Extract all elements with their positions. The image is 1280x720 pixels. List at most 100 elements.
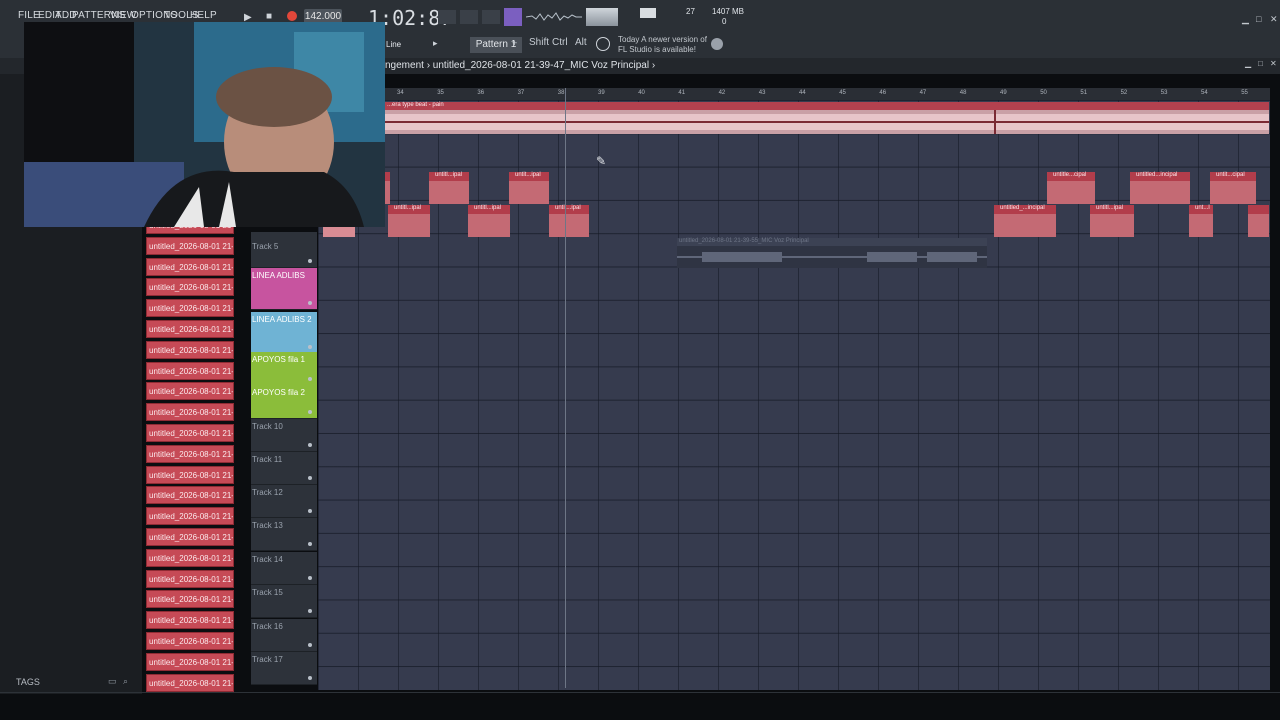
track-enable-icon[interactable] — [308, 509, 312, 513]
clip-list-item[interactable]: untitled_2026-08-01 21- — [146, 486, 234, 505]
clip-list-item[interactable]: untitled_2026-08-01 21- — [146, 320, 234, 338]
minimize-icon[interactable]: ▁ — [1242, 14, 1249, 25]
clip-list-item[interactable]: untitled_2026-08-01 21- — [146, 403, 234, 422]
track-header[interactable]: Track 13 — [251, 518, 317, 551]
track-header[interactable]: Track 10 — [251, 419, 317, 452]
track-enable-icon[interactable] — [308, 377, 312, 381]
ruler-tick-label: 43 — [758, 90, 766, 96]
track-enable-icon[interactable] — [308, 676, 312, 680]
audio-clip[interactable]: untit...ipal — [509, 172, 549, 204]
audio-clip[interactable] — [1248, 205, 1269, 237]
close-icon[interactable]: ✕ — [1270, 14, 1278, 25]
track-header[interactable]: APOYOS fila 1 — [251, 352, 317, 386]
clip-list-item[interactable]: untitled_2026-08-01 21- — [146, 507, 234, 526]
record-icon[interactable] — [287, 11, 297, 21]
ctrl-button[interactable]: Ctrl — [552, 37, 568, 48]
track-enable-icon[interactable] — [308, 443, 312, 447]
track-enable-icon[interactable] — [308, 476, 312, 480]
track-enable-icon[interactable] — [308, 643, 312, 647]
clip-list-item[interactable]: untitled_2026-08-01 21- — [146, 652, 234, 671]
audio-clip[interactable]: untitled...incipal — [1130, 172, 1190, 204]
news-panel[interactable]: Today A newer version of FL Studio is av… — [618, 35, 707, 55]
track-header[interactable]: LINEA ADLIBS 2 — [251, 312, 317, 354]
track-name: Track 15 — [252, 588, 283, 597]
playhead[interactable] — [565, 88, 566, 688]
ruler-tick-label: 41 — [678, 90, 686, 96]
pencil-cursor-icon: ✎ — [596, 154, 607, 168]
track-name: APOYOS fila 1 — [252, 355, 305, 364]
stop-icon[interactable]: ■ — [266, 11, 272, 22]
track-header[interactable]: Track 11 — [251, 452, 317, 485]
clip-list-item[interactable]: untitled_2026-08-01 21- — [146, 278, 234, 297]
online-news-icon[interactable] — [596, 37, 610, 51]
clip-list-item[interactable]: untitled_2026-08-01 21- — [146, 340, 234, 359]
audio-clip[interactable]: untit...cipal — [1210, 172, 1256, 204]
track-enable-icon[interactable] — [308, 609, 312, 613]
clip-list-item[interactable]: untitled_2026-08-01 21- — [146, 632, 234, 650]
alt-button[interactable]: Alt — [575, 37, 587, 48]
metronome-icon[interactable] — [460, 10, 478, 24]
tags-label[interactable]: TAGS — [16, 677, 40, 687]
track-enable-icon[interactable] — [308, 542, 312, 546]
audio-clip[interactable] — [385, 172, 390, 204]
search-icon[interactable]: ⌕ — [123, 676, 128, 687]
wait-icon[interactable] — [482, 10, 500, 24]
audio-clip[interactable]: untitled_...incipal — [994, 205, 1056, 237]
clip-list-item[interactable]: untitled_2026-08-01 21- — [146, 673, 234, 692]
playlist-minimize-icon[interactable]: ▁ — [1245, 59, 1251, 68]
pattern-prev-icon[interactable]: ▸ — [433, 38, 438, 49]
muted-audio-clip[interactable]: untitled_2026-08-01 21-39-55_MIC Voz Pri… — [677, 238, 987, 268]
audio-clip[interactable]: unt...l — [1189, 205, 1213, 237]
clip-list-item[interactable]: untitled_2026-08-01 21- — [146, 465, 234, 484]
clip-list-item[interactable]: untitled_2026-08-01 21- — [146, 590, 234, 609]
audio-clip[interactable]: untitl...ipal — [468, 205, 510, 237]
track-header[interactable]: LINEA ADLIBS — [251, 268, 317, 310]
pattern-song-icon[interactable] — [438, 10, 456, 24]
clip-label: untit...ipal — [515, 172, 541, 178]
track-enable-icon[interactable] — [308, 576, 312, 580]
clip-list-item[interactable]: untitled_2026-08-01 21- — [146, 444, 234, 463]
playlist-close-icon[interactable]: ✕ — [1270, 59, 1277, 68]
muted-clip-label: untitled_2026-08-01 21-39-55_MIC Voz Pri… — [679, 238, 809, 244]
track-header[interactable]: Track 5 — [251, 232, 317, 268]
clip-list-item[interactable]: untitled_2026-08-01 21- — [146, 569, 234, 588]
folder-icon[interactable]: ▭ — [108, 676, 117, 687]
ruler-tick-label: 34 — [397, 90, 404, 96]
track-header[interactable]: Track 17 — [251, 652, 317, 685]
snap-icon[interactable] — [504, 8, 522, 26]
clip-list-item[interactable]: untitled_2026-08-01 21- — [146, 382, 234, 401]
audio-clip[interactable]: untit...ipal — [549, 205, 589, 237]
track-header[interactable]: Track 15 — [251, 585, 317, 618]
playlist-breadcrumb: ngement › untitled_2026-08-01 21-39-47_M… — [385, 60, 656, 71]
clip-list-item[interactable]: untitled_2026-08-01 21- — [146, 236, 234, 255]
track-enable-icon[interactable] — [308, 345, 312, 349]
clip-list-item[interactable]: untitled_2026-08-01 21- — [146, 257, 234, 276]
track-header[interactable]: APOYOS fila 2 — [251, 385, 317, 419]
menu-help[interactable]: HELP — [190, 10, 217, 21]
menu-file[interactable]: FILE — [18, 10, 40, 21]
clip-list-item[interactable]: untitled_2026-08-01 21- — [146, 361, 234, 380]
playlist-maximize-icon[interactable]: □ — [1258, 59, 1263, 68]
track-header[interactable]: Track 16 — [251, 619, 317, 652]
audio-clip[interactable]: untitl...ipal — [429, 172, 469, 204]
tool-mode-label[interactable]: Line — [386, 40, 401, 49]
clip-list-item[interactable]: untitled_2026-08-01 21- — [146, 299, 234, 318]
pattern-add-icon[interactable]: + — [512, 38, 517, 48]
globe-icon[interactable] — [711, 38, 723, 50]
clip-list-item[interactable]: untitled_2026-08-01 21- — [146, 528, 234, 546]
clip-list-item[interactable]: untitled_2026-08-01 21- — [146, 424, 234, 442]
audio-clip[interactable]: untitle...cipal — [1047, 172, 1095, 204]
clip-list-item[interactable]: untitled_2026-08-01 21- — [146, 611, 234, 630]
track-enable-icon[interactable] — [308, 301, 312, 305]
clip-list-item[interactable]: untitled_2026-08-01 21- — [146, 548, 234, 567]
track-enable-icon[interactable] — [308, 410, 312, 414]
maximize-icon[interactable]: □ — [1256, 14, 1261, 24]
beat-audio-clip[interactable]: ...era type beat - pain — [385, 102, 1269, 134]
track-name: Track 5 — [252, 242, 279, 251]
track-enable-icon[interactable] — [308, 259, 312, 263]
shift-button[interactable]: Shift — [529, 37, 549, 48]
track-header[interactable]: Track 14 — [251, 552, 317, 585]
audio-clip[interactable]: untitl...ipal — [388, 205, 430, 237]
audio-clip[interactable]: untitl...ipal — [1090, 205, 1134, 237]
track-header[interactable]: Track 12 — [251, 485, 317, 518]
